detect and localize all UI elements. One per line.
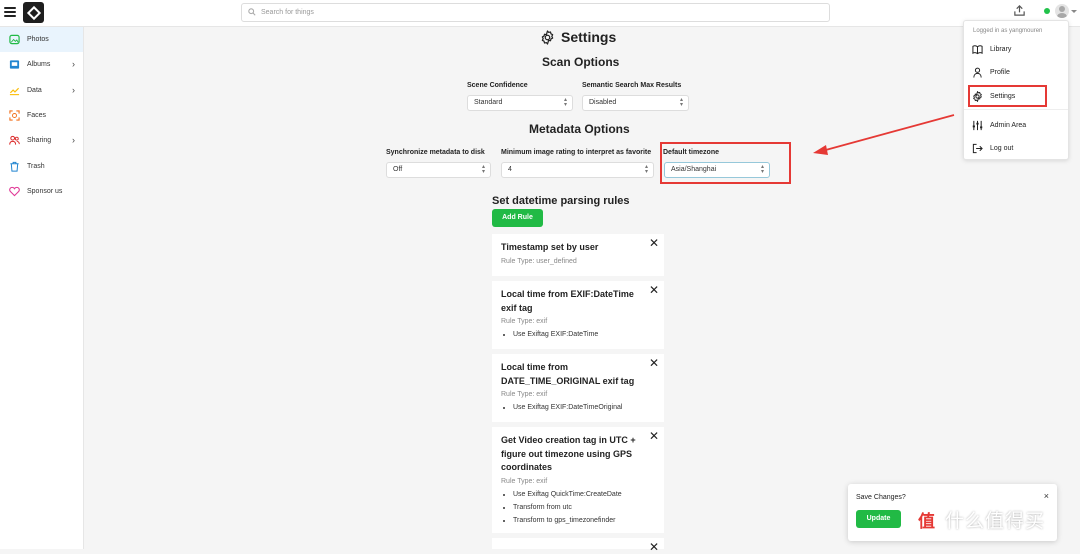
watermark: 值 什么值得买 bbox=[913, 505, 1045, 533]
watermark-logo: 值 bbox=[913, 505, 941, 533]
update-button[interactable]: Update bbox=[856, 510, 901, 528]
annotation-arrow bbox=[813, 114, 955, 155]
watermark-text: 什么值得买 bbox=[945, 510, 1046, 532]
toast-title: Save Changes? bbox=[856, 494, 906, 501]
close-icon[interactable]: × bbox=[1044, 491, 1049, 501]
